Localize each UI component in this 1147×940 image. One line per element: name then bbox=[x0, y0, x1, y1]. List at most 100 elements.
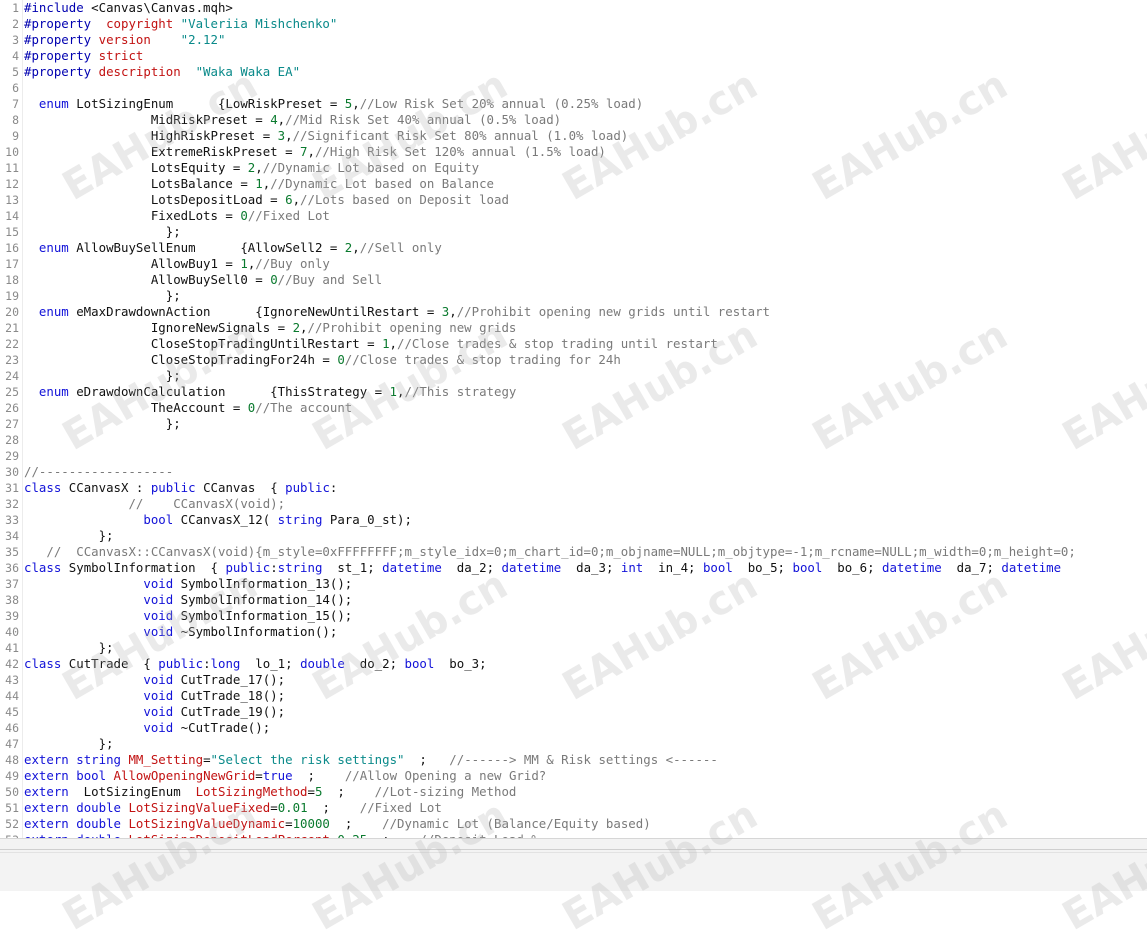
line-number: 14 bbox=[5, 209, 19, 223]
code-line[interactable]: 48 extern string MM_Setting="Select the r… bbox=[0, 752, 1147, 768]
code-token: class bbox=[24, 656, 62, 671]
code-token: #property bbox=[24, 16, 92, 31]
code-token: CutTrade_19(); bbox=[173, 704, 286, 719]
code-line[interactable]: 31 class CCanvasX : public CCanvas { publ… bbox=[0, 480, 1147, 496]
code-line[interactable]: 28 bbox=[0, 432, 1147, 448]
code-line[interactable]: 36 class SymbolInformation { public:strin… bbox=[0, 560, 1147, 576]
code-line[interactable]: 9 HighRiskPreset = 3,//Significant Risk … bbox=[0, 128, 1147, 144]
code-line[interactable]: 23 CloseStopTradingFor24h = 0//Close tra… bbox=[0, 352, 1147, 368]
code-line[interactable]: 3 #property version "2.12" bbox=[0, 32, 1147, 48]
code-text: }; bbox=[24, 736, 114, 752]
code-line[interactable]: 43 void CutTrade_17(); bbox=[0, 672, 1147, 688]
code-line[interactable]: 40 void ~SymbolInformation(); bbox=[0, 624, 1147, 640]
code-line[interactable]: 20 enum eMaxDrawdownAction {IgnoreNewUnt… bbox=[0, 304, 1147, 320]
code-line[interactable]: 29 bbox=[0, 448, 1147, 464]
code-text: #property copyright "Valeriia Mishchenko… bbox=[24, 16, 337, 32]
code-token: enum bbox=[38, 96, 69, 111]
code-line[interactable]: 15 }; bbox=[0, 224, 1147, 240]
code-token: , bbox=[285, 128, 293, 143]
code-token: ~CutTrade(); bbox=[173, 720, 271, 735]
code-line[interactable]: 13 LotsDepositLoad = 6,//Lots based on D… bbox=[0, 192, 1147, 208]
code-token: 2 bbox=[292, 320, 301, 335]
code-line[interactable]: 1 #include <Canvas\Canvas.mqh> bbox=[0, 0, 1147, 16]
code-line[interactable]: 47 }; bbox=[0, 736, 1147, 752]
code-line[interactable]: 37 void SymbolInformation_13(); bbox=[0, 576, 1147, 592]
line-number: 18 bbox=[5, 273, 19, 287]
code-line[interactable]: 50 extern LotSizingEnum LotSizingMethod=5… bbox=[0, 784, 1147, 800]
code-line[interactable]: 33 bool CCanvasX_12( string Para_0_st); bbox=[0, 512, 1147, 528]
code-line[interactable]: 18 AllowBuySell0 = 0//Buy and Sell bbox=[0, 272, 1147, 288]
code-token: AllowOpeningNewGrid bbox=[113, 768, 256, 783]
code-line[interactable]: 6 bbox=[0, 80, 1147, 96]
code-line[interactable]: 4 #property strict bbox=[0, 48, 1147, 64]
code-line[interactable]: 10 ExtremeRiskPreset = 7,//High Risk Set… bbox=[0, 144, 1147, 160]
line-number: 40 bbox=[5, 625, 19, 639]
code-token: TheAccount = bbox=[24, 400, 248, 415]
code-token: CCanvasX : bbox=[61, 480, 151, 495]
code-line[interactable]: 26 TheAccount = 0//The account bbox=[0, 400, 1147, 416]
code-token: }; bbox=[24, 528, 114, 543]
code-token: CloseStopTradingUntilRestart = bbox=[24, 336, 383, 351]
code-token: #property bbox=[24, 48, 92, 63]
code-token: "Waka Waka EA" bbox=[195, 64, 301, 79]
code-token: da_7; bbox=[941, 560, 1002, 575]
line-number: 12 bbox=[5, 177, 19, 191]
code-token: bo_5; bbox=[732, 560, 793, 575]
code-token: //Lot-sizing Method bbox=[374, 784, 517, 799]
code-line[interactable]: 22 CloseStopTradingUntilRestart = 1,//Cl… bbox=[0, 336, 1147, 352]
code-line[interactable]: 46 void ~CutTrade(); bbox=[0, 720, 1147, 736]
code-token: LotSizingValueDynamic bbox=[128, 816, 286, 831]
code-line[interactable]: 5 #property description "Waka Waka EA" bbox=[0, 64, 1147, 80]
code-line[interactable]: 27 }; bbox=[0, 416, 1147, 432]
code-line[interactable]: 17 AllowBuy1 = 1,//Buy only bbox=[0, 256, 1147, 272]
code-line[interactable]: 11 LotsEquity = 2,//Dynamic Lot based on… bbox=[0, 160, 1147, 176]
line-number: 24 bbox=[5, 369, 19, 383]
code-line[interactable]: 41 }; bbox=[0, 640, 1147, 656]
line-number: 29 bbox=[5, 449, 19, 463]
code-token: bo_6; bbox=[822, 560, 883, 575]
line-number: 41 bbox=[5, 641, 19, 655]
code-token: LotSizingMethod bbox=[195, 784, 308, 799]
code-line[interactable]: 14 FixedLots = 0//Fixed Lot bbox=[0, 208, 1147, 224]
code-line[interactable]: 21 IgnoreNewSignals = 2,//Prohibit openi… bbox=[0, 320, 1147, 336]
code-line[interactable]: 45 void CutTrade_19(); bbox=[0, 704, 1147, 720]
code-line[interactable]: 8 MidRiskPreset = 4,//Mid Risk Set 40% a… bbox=[0, 112, 1147, 128]
code-line[interactable]: 7 enum LotSizingEnum {LowRiskPreset = 5,… bbox=[0, 96, 1147, 112]
code-line[interactable]: 32 // CCanvasX(void); bbox=[0, 496, 1147, 512]
code-line[interactable]: 2 #property copyright "Valeriia Mishchenk… bbox=[0, 16, 1147, 32]
line-number: 43 bbox=[5, 673, 19, 687]
code-line[interactable]: 12 LotsBalance = 1,//Dynamic Lot based o… bbox=[0, 176, 1147, 192]
code-line[interactable]: 44 void CutTrade_18(); bbox=[0, 688, 1147, 704]
code-line[interactable]: 38 void SymbolInformation_14(); bbox=[0, 592, 1147, 608]
code-token: true bbox=[262, 768, 293, 783]
code-line[interactable]: 42 class CutTrade { public:long lo_1; dou… bbox=[0, 656, 1147, 672]
code-line[interactable]: 49 extern bool AllowOpeningNewGrid=true ;… bbox=[0, 768, 1147, 784]
code-line[interactable]: 19 }; bbox=[0, 288, 1147, 304]
code-token: string bbox=[76, 752, 121, 767]
code-editor[interactable]: 1 #include <Canvas\Canvas.mqh> 2 #property … bbox=[0, 0, 1147, 838]
code-line[interactable]: 51 extern double LotSizingValueFixed=0.01… bbox=[0, 800, 1147, 816]
code-line[interactable]: 24 }; bbox=[0, 368, 1147, 384]
code-text: void CutTrade_19(); bbox=[24, 704, 285, 720]
line-number: 25 bbox=[5, 385, 19, 399]
code-token: public bbox=[225, 560, 271, 575]
code-line[interactable]: 16 enum AllowBuySellEnum {AllowSell2 = 2… bbox=[0, 240, 1147, 256]
code-line[interactable]: 25 enum eDrawdownCalculation {ThisStrate… bbox=[0, 384, 1147, 400]
code-line[interactable]: 39 void SymbolInformation_15(); bbox=[0, 608, 1147, 624]
code-line[interactable]: 30 //------------------ bbox=[0, 464, 1147, 480]
code-area[interactable]: 1 #include <Canvas\Canvas.mqh> 2 #property … bbox=[0, 0, 1147, 838]
code-line[interactable]: 52 extern double LotSizingValueDynamic=10… bbox=[0, 816, 1147, 832]
line-number: 8 bbox=[12, 113, 19, 127]
code-line[interactable]: 34 }; bbox=[0, 528, 1147, 544]
code-token: LotsBalance = bbox=[24, 176, 256, 191]
code-token: , bbox=[389, 336, 398, 351]
code-token: string bbox=[277, 512, 323, 527]
code-token: //Close trades & stop trading for 24h bbox=[344, 352, 621, 367]
code-token: = bbox=[203, 752, 211, 767]
code-line[interactable]: 35 // CCanvasX::CCanvasX(void){m_style=0… bbox=[0, 544, 1147, 560]
code-text: void ~SymbolInformation(); bbox=[24, 624, 337, 640]
